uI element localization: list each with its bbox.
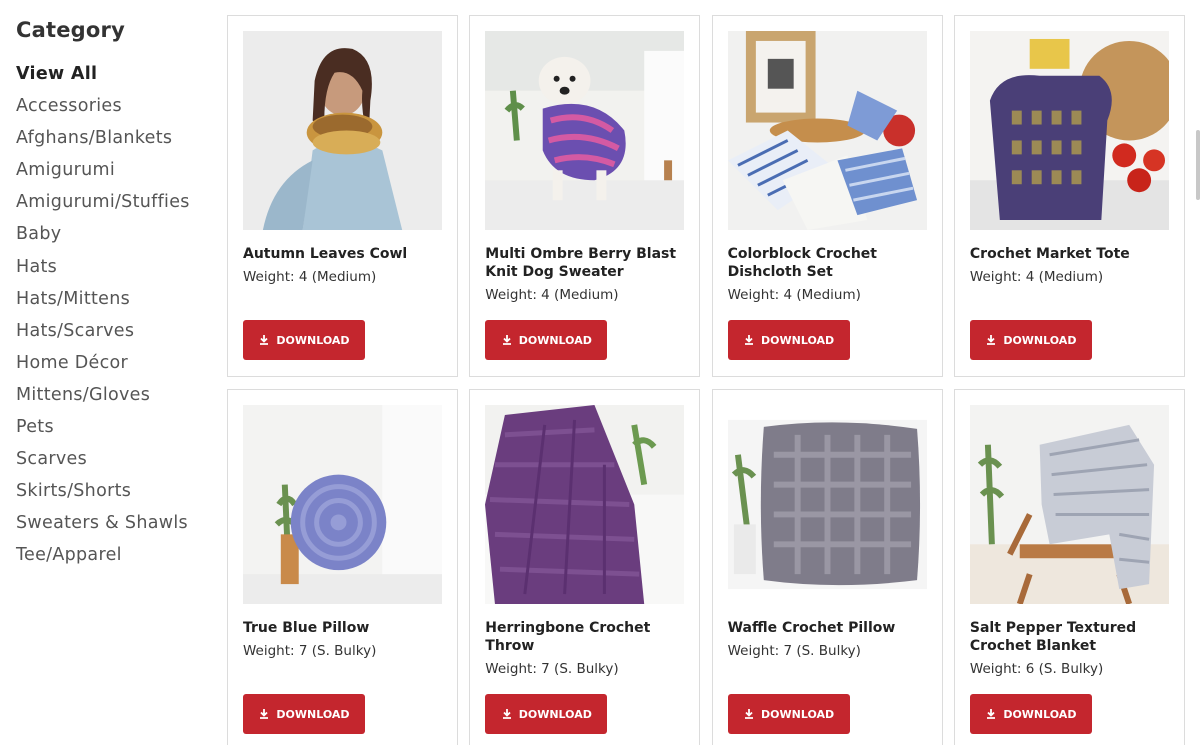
product-card: Crochet Market Tote Weight: 4 (Medium) D… <box>953 15 1185 377</box>
download-button[interactable]: DOWNLOAD <box>485 694 608 734</box>
download-button[interactable]: DOWNLOAD <box>485 320 608 360</box>
product-card: Multi Ombre Berry Blast Knit Dog Sweater… <box>469 15 701 377</box>
product-image-cowl[interactable] <box>243 31 442 230</box>
product-image-dishcloths[interactable] <box>727 31 927 230</box>
product-title[interactable]: Autumn Leaves Cowl <box>243 245 443 263</box>
download-icon <box>987 335 996 345</box>
category-item-mittens-gloves[interactable]: Mittens/Gloves <box>16 379 216 411</box>
product-image-round-pillow[interactable] <box>243 405 442 604</box>
download-label: DOWNLOAD <box>518 333 592 347</box>
download-label: DOWNLOAD <box>761 333 835 347</box>
download-button[interactable]: DOWNLOAD <box>969 694 1092 734</box>
category-item-hats[interactable]: Hats <box>16 251 216 283</box>
category-sidebar: Category View All Accessories Afghans/Bl… <box>16 18 216 572</box>
product-image-chair-blanket[interactable] <box>969 405 1169 604</box>
download-icon <box>987 709 996 719</box>
dishcloths-photo <box>727 31 927 230</box>
download-icon <box>502 709 511 719</box>
product-weight: Weight: 4 (Medium) <box>485 287 619 303</box>
product-name[interactable]: Autumn Leaves Cowl Weight: 4 (Medium) <box>243 245 443 286</box>
product-title[interactable]: Crochet Market Tote <box>970 245 1170 263</box>
download-icon <box>502 335 511 345</box>
category-item-accessories[interactable]: Accessories <box>16 90 216 122</box>
category-item-view-all[interactable]: View All <box>16 58 216 90</box>
download-label: DOWNLOAD <box>276 707 350 721</box>
download-label: DOWNLOAD <box>761 707 835 721</box>
purple-throw-photo <box>485 405 685 604</box>
category-item-baby[interactable]: Baby <box>16 218 216 250</box>
product-title[interactable]: Salt Pepper Textured Crochet Blanket <box>970 619 1170 655</box>
category-item-amigurumi-stuffies[interactable]: Amigurumi/Stuffies <box>16 186 216 218</box>
product-title[interactable]: Waffle Crochet Pillow <box>728 619 928 637</box>
chair-blanket-photo <box>969 405 1169 604</box>
category-item-amigurumi[interactable]: Amigurumi <box>16 154 216 186</box>
product-weight: Weight: 6 (S. Bulky) <box>969 661 1104 677</box>
product-weight: Weight: 7 (S. Bulky) <box>243 643 377 659</box>
product-weight: Weight: 4 (Medium) <box>969 269 1104 285</box>
category-item-scarves[interactable]: Scarves <box>16 443 216 475</box>
download-icon <box>745 709 754 719</box>
product-card: Colorblock Crochet Dishcloth Set Weight:… <box>711 15 943 377</box>
product-name[interactable]: Salt Pepper Textured Crochet Blanket Wei… <box>970 619 1170 678</box>
download-label: DOWNLOAD <box>518 707 592 721</box>
product-grid: Autumn Leaves Cowl Weight: 4 (Medium) DO… <box>227 15 1185 745</box>
download-icon <box>260 335 269 345</box>
market-tote-photo <box>969 31 1169 230</box>
product-image-waffle-pillow[interactable] <box>727 405 927 604</box>
category-item-hats-scarves[interactable]: Hats/Scarves <box>16 315 216 347</box>
round-pillow-photo <box>243 405 442 604</box>
product-weight: Weight: 4 (Medium) <box>243 269 377 285</box>
download-label: DOWNLOAD <box>1003 707 1077 721</box>
download-button[interactable]: DOWNLOAD <box>243 694 365 734</box>
product-name[interactable]: Herringbone Crochet Throw Weight: 7 (S. … <box>485 619 685 678</box>
download-label: DOWNLOAD <box>1003 333 1077 347</box>
category-item-pets[interactable]: Pets <box>16 411 216 443</box>
product-image-dog-sweater[interactable] <box>485 31 685 230</box>
product-image-purple-throw[interactable] <box>485 405 685 604</box>
product-card: Autumn Leaves Cowl Weight: 4 (Medium) DO… <box>227 15 458 377</box>
category-item-tee-apparel[interactable]: Tee/Apparel <box>16 539 216 571</box>
category-item-sweaters-shawls[interactable]: Sweaters & Shawls <box>16 507 216 539</box>
product-title[interactable]: Multi Ombre Berry Blast Knit Dog Sweater <box>485 245 685 281</box>
download-button[interactable]: DOWNLOAD <box>727 320 850 360</box>
product-title[interactable]: Colorblock Crochet Dishcloth Set <box>728 245 928 281</box>
download-button[interactable]: DOWNLOAD <box>727 694 850 734</box>
download-icon <box>745 335 754 345</box>
product-name[interactable]: Waffle Crochet Pillow Weight: 7 (S. Bulk… <box>728 619 928 660</box>
waffle-pillow-photo <box>727 405 927 604</box>
product-weight: Weight: 7 (S. Bulky) <box>727 643 861 659</box>
category-item-skirts-shorts[interactable]: Skirts/Shorts <box>16 475 216 507</box>
product-card: Waffle Crochet Pillow Weight: 7 (S. Bulk… <box>711 389 943 745</box>
download-button[interactable]: DOWNLOAD <box>243 320 365 360</box>
product-title[interactable]: Herringbone Crochet Throw <box>485 619 685 655</box>
product-card: Herringbone Crochet Throw Weight: 7 (S. … <box>469 389 701 745</box>
category-item-home-decor[interactable]: Home Décor <box>16 347 216 379</box>
product-title[interactable]: True Blue Pillow <box>243 619 443 637</box>
product-name[interactable]: Multi Ombre Berry Blast Knit Dog Sweater… <box>485 245 685 304</box>
product-image-market-tote[interactable] <box>969 31 1169 230</box>
category-heading: Category <box>16 18 125 42</box>
page-scrollbar[interactable] <box>1196 130 1200 200</box>
download-label: DOWNLOAD <box>276 333 350 347</box>
product-card: Salt Pepper Textured Crochet Blanket Wei… <box>953 389 1185 745</box>
product-name[interactable]: Colorblock Crochet Dishcloth Set Weight:… <box>728 245 928 304</box>
product-name[interactable]: Crochet Market Tote Weight: 4 (Medium) <box>970 245 1170 286</box>
download-button[interactable]: DOWNLOAD <box>969 320 1092 360</box>
category-item-hats-mittens[interactable]: Hats/Mittens <box>16 283 216 315</box>
download-icon <box>260 709 269 719</box>
product-weight: Weight: 4 (Medium) <box>727 287 861 303</box>
product-weight: Weight: 7 (S. Bulky) <box>485 661 619 677</box>
category-list: View All Accessories Afghans/Blankets Am… <box>16 58 216 572</box>
category-item-afghans-blankets[interactable]: Afghans/Blankets <box>16 122 216 154</box>
dog-sweater-photo <box>485 31 685 230</box>
product-card: True Blue Pillow Weight: 7 (S. Bulky) DO… <box>227 389 458 745</box>
woman-cowl-photo <box>243 31 442 230</box>
product-name[interactable]: True Blue Pillow Weight: 7 (S. Bulky) <box>243 619 443 660</box>
